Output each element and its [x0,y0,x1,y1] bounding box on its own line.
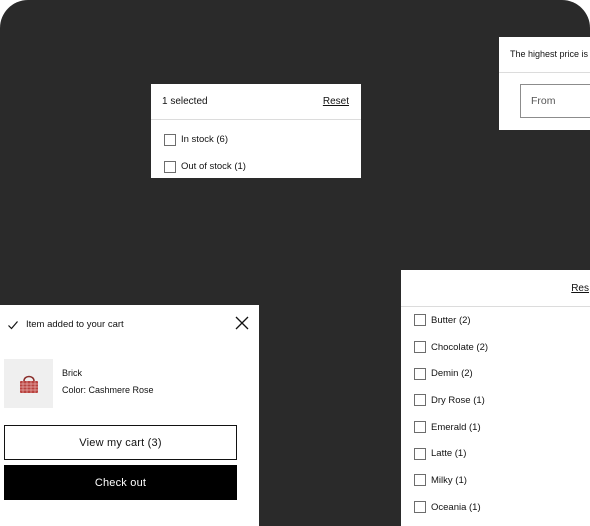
availability-reset-link[interactable]: Reset [323,96,349,107]
cart-notification-header: Item added to your cart [0,305,259,343]
item-added-message: Item added to your cart [26,318,124,330]
checkbox[interactable] [414,341,426,354]
checkbox[interactable] [164,160,176,173]
option-label: Butter (2) [431,314,471,326]
product-name: Brick [62,368,82,378]
color-filter-header: Res [401,270,590,307]
option-label: Latte (1) [431,448,467,460]
option-label: Emerald (1) [431,421,481,433]
color-option-latte[interactable]: Latte (1) [401,440,590,467]
product-variant: Color: Cashmere Rose [62,385,154,395]
cart-notification: Item added to your cart Brick Color: Cas… [0,305,259,526]
view-cart-button[interactable]: View my cart (3) [4,425,237,460]
product-meta: Brick Color: Cashmere Rose [62,359,154,408]
checkbox[interactable] [164,133,176,146]
selected-count: 1 selected [162,96,208,107]
availability-options: In stock (6) Out of stock (1) [151,120,361,180]
checkbox[interactable] [414,447,426,460]
checkbox[interactable] [414,474,426,487]
color-reset-link[interactable]: Res [571,283,589,294]
option-label: Dry Rose (1) [431,394,485,406]
color-option-oceania[interactable]: Oceania (1) [401,494,590,521]
color-options: Butter (2) Chocolate (2) Demin (2) Dry R… [401,307,590,521]
dark-backdrop: 1 selected Reset In stock (6) Out of sto… [0,0,590,526]
checkbox[interactable] [414,421,426,434]
handbag-icon [19,375,38,393]
checkbox[interactable] [414,367,426,380]
availability-filter-panel: 1 selected Reset In stock (6) Out of sto… [151,84,361,178]
checkbox[interactable] [414,394,426,407]
option-label: Oceania (1) [431,501,481,513]
availability-filter-header: 1 selected Reset [151,84,361,120]
color-option-demin[interactable]: Demin (2) [401,360,590,387]
close-icon[interactable] [235,316,249,330]
color-option-butter[interactable]: Butter (2) [401,307,590,334]
option-label: Chocolate (2) [431,341,489,353]
product-thumbnail [4,359,53,408]
option-label: Demin (2) [431,368,473,380]
availability-option-out-of-stock[interactable]: Out of stock (1) [151,153,361,180]
color-option-emerald[interactable]: Emerald (1) [401,414,590,441]
color-filter-panel: Res Butter (2) Chocolate (2) Demin (2) D… [401,270,590,526]
cart-product: Brick Color: Cashmere Rose [4,359,154,408]
color-option-chocolate[interactable]: Chocolate (2) [401,334,590,361]
availability-option-in-stock[interactable]: In stock (6) [151,126,361,153]
option-label: Out of stock (1) [181,161,246,172]
checkbox[interactable] [414,501,426,514]
checkout-button[interactable]: Check out [4,465,237,500]
price-filter-panel: The highest price is From [499,37,590,130]
color-option-dry-rose[interactable]: Dry Rose (1) [401,387,590,414]
checkbox[interactable] [414,314,426,327]
option-label: Milky (1) [431,474,467,486]
color-option-milky[interactable]: Milky (1) [401,467,590,494]
highest-price-text: The highest price is [499,37,590,73]
checkmark-icon [7,318,19,330]
option-label: In stock (6) [181,134,228,145]
price-from-input[interactable]: From [520,84,590,118]
